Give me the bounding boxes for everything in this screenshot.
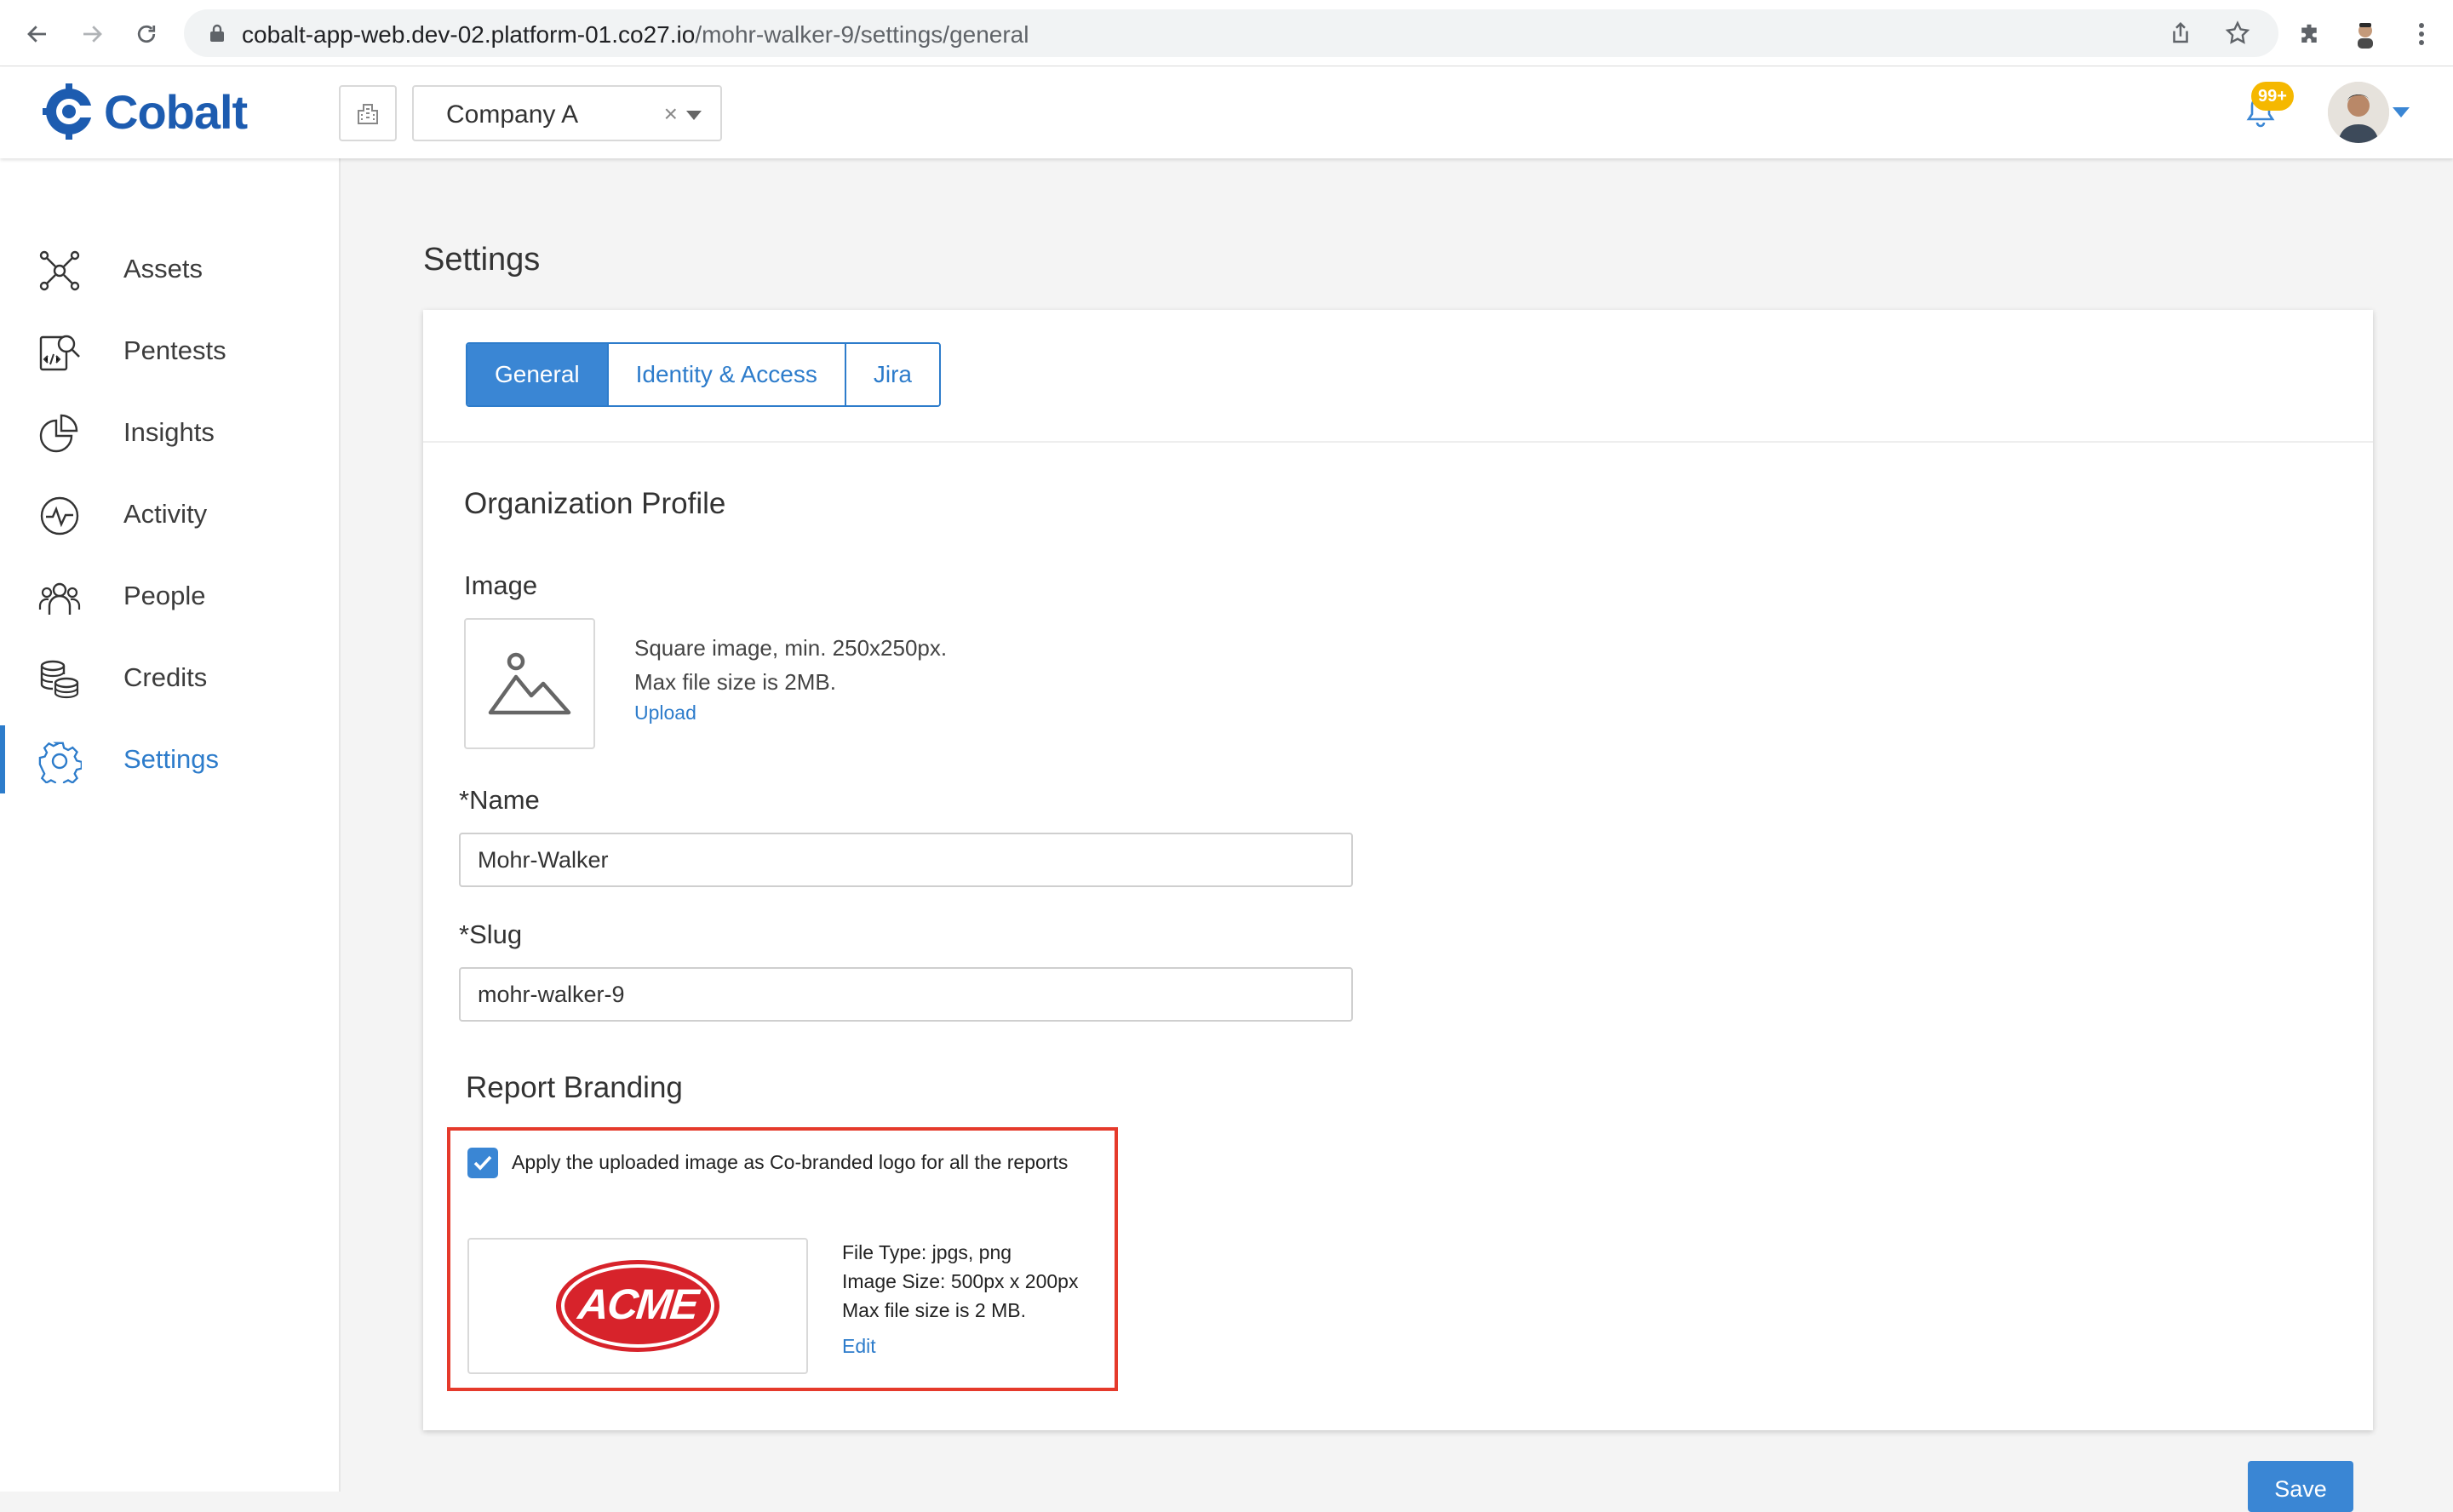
image-file-size-hint: Max file size is 2MB. <box>634 669 836 695</box>
forward-button[interactable] <box>73 15 111 53</box>
checkmark-icon <box>473 1155 492 1171</box>
organization-button[interactable] <box>339 85 397 141</box>
edit-logo-link[interactable]: Edit <box>842 1335 876 1358</box>
slug-input[interactable] <box>459 967 1353 1022</box>
share-icon[interactable] <box>2168 20 2193 47</box>
slug-label: *Slug <box>459 919 523 949</box>
sidebar-item-activity[interactable]: Activity <box>0 480 339 548</box>
save-button[interactable]: Save <box>2248 1461 2353 1512</box>
company-select-value: Company A <box>446 100 579 129</box>
cobalt-logo-icon <box>43 83 97 140</box>
acme-logo: ACME <box>556 1260 719 1352</box>
sidebar-item-label: Insights <box>123 417 215 447</box>
divider <box>423 441 2373 443</box>
address-bar[interactable]: cobalt-app-web.dev-02.platform-01.co27.i… <box>184 9 2278 57</box>
building-icon <box>358 104 378 124</box>
page-title: Settings <box>423 242 541 278</box>
file-type-hint: File Type: jpgs, png <box>842 1241 1012 1263</box>
user-menu-caret-icon[interactable] <box>2393 107 2410 117</box>
extensions-icon[interactable] <box>2290 15 2328 53</box>
clear-company-icon[interactable]: × <box>664 100 678 128</box>
star-icon[interactable] <box>2224 20 2251 47</box>
image-label: Image <box>464 570 538 600</box>
cobalt-logo[interactable]: Cobalt <box>41 82 248 141</box>
image-size-hint: Square image, min. 250x250px. <box>634 635 948 661</box>
sidebar-item-label: Pentests <box>123 335 226 365</box>
sidebar-item-settings[interactable]: Settings <box>0 725 339 793</box>
report-branding-title: Report Branding <box>466 1071 683 1104</box>
upload-link[interactable]: Upload <box>634 702 696 724</box>
sidebar-item-pentests[interactable]: Pentests <box>0 317 339 385</box>
sidebar-item-people[interactable]: People <box>0 562 339 630</box>
people-icon <box>38 582 81 615</box>
co-branded-logo-label: Apply the uploaded image as Co-branded l… <box>512 1151 1069 1173</box>
browser-toolbar: cobalt-app-web.dev-02.platform-01.co27.i… <box>0 0 2453 66</box>
lock-icon <box>210 24 224 42</box>
name-input[interactable] <box>459 833 1353 887</box>
sidebar-item-label: People <box>123 581 206 610</box>
name-label: *Name <box>459 785 540 815</box>
url-path: /mohr-walker-9/settings/general <box>695 21 1029 48</box>
max-file-size-hint: Max file size is 2 MB. <box>842 1299 1026 1321</box>
sidebar-item-label: Activity <box>123 499 208 529</box>
reload-icon <box>137 25 156 43</box>
organization-profile-title: Organization Profile <box>464 487 726 520</box>
chevron-down-icon[interactable] <box>686 111 702 120</box>
activity-icon <box>40 496 79 536</box>
profile-icon[interactable] <box>2347 15 2384 53</box>
avatar-image <box>2328 82 2389 143</box>
report-logo-preview: ACME <box>467 1238 808 1374</box>
report-branding-highlight: Apply the uploaded image as Co-branded l… <box>447 1127 1118 1391</box>
url-host: cobalt-app-web.dev-02.platform-01.co27.i… <box>242 21 696 48</box>
sidebar-item-insights[interactable]: Insights <box>0 398 339 467</box>
app-name: Cobalt <box>104 84 248 139</box>
more-menu-icon[interactable] <box>2403 15 2440 53</box>
app-header: Cobalt Company A × 99+ <box>0 66 2453 158</box>
tab-jira[interactable]: Jira <box>845 344 939 405</box>
sidebar-item-assets[interactable]: Assets <box>0 235 339 303</box>
reload-button[interactable] <box>128 15 165 53</box>
arrow-left-icon <box>27 26 46 43</box>
notification-badge: 99+ <box>2251 82 2294 111</box>
acme-logo-text: ACME <box>574 1280 702 1328</box>
tab-identity-access[interactable]: Identity & Access <box>608 344 846 405</box>
credits-icon <box>40 660 79 699</box>
image-placeholder-icon <box>488 652 571 715</box>
sidebar: Assets Pentests Insights Activity People… <box>0 158 341 1492</box>
settings-icon <box>38 742 82 783</box>
insights-icon <box>39 414 78 453</box>
sidebar-item-credits[interactable]: Credits <box>0 644 339 712</box>
pentests-icon <box>39 335 80 371</box>
user-avatar[interactable] <box>2328 82 2389 143</box>
sidebar-item-label: Credits <box>123 662 208 692</box>
co-branded-logo-checkbox[interactable] <box>467 1148 498 1178</box>
arrow-right-icon <box>83 26 102 43</box>
company-select[interactable]: Company A × <box>412 85 722 141</box>
tab-general[interactable]: General <box>467 344 609 405</box>
image-placeholder[interactable] <box>464 618 595 749</box>
settings-tabs: General Identity & Access Jira <box>466 342 941 407</box>
image-size-requirement: Image Size: 500px x 200px <box>842 1270 1079 1292</box>
assets-icon <box>39 250 80 291</box>
sidebar-item-label: Assets <box>123 254 203 284</box>
url-text: cobalt-app-web.dev-02.platform-01.co27.i… <box>242 21 1029 49</box>
sidebar-item-label: Settings <box>123 744 220 774</box>
settings-card: General Identity & Access Jira Organizat… <box>423 310 2373 1430</box>
back-button[interactable] <box>19 15 56 53</box>
